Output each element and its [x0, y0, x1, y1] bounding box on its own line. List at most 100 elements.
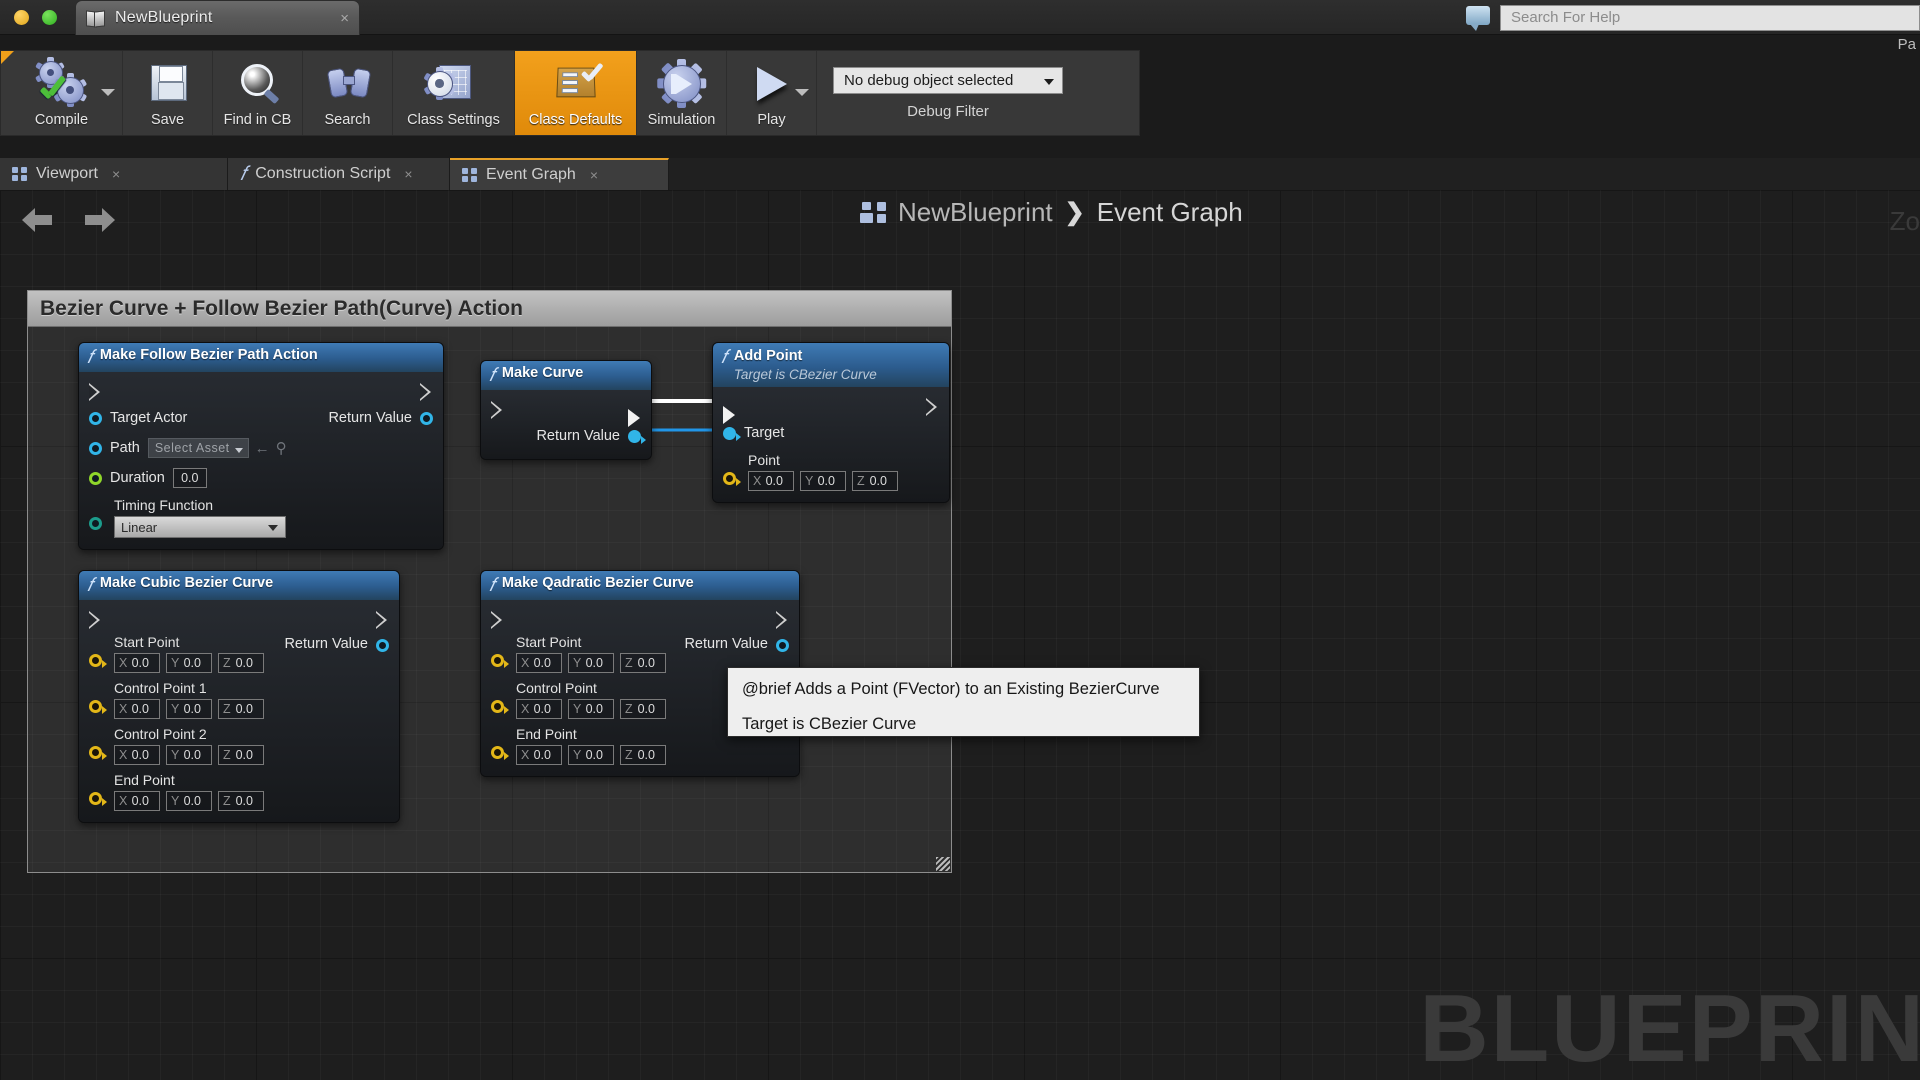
- vector-input-control-point[interactable]: X 0.0 Y 0.0 Z 0.0: [516, 699, 666, 719]
- input-pin-duration[interactable]: [89, 471, 102, 485]
- compile-dropdown-icon[interactable]: [101, 89, 115, 96]
- tab-viewport-close-icon[interactable]: ×: [112, 166, 120, 182]
- vector-z-field[interactable]: Z 0.0: [218, 791, 264, 811]
- navigate-forward-button[interactable]: [85, 208, 115, 232]
- use-selected-asset-icon[interactable]: ←: [255, 440, 270, 457]
- browse-asset-icon[interactable]: ⚲: [276, 439, 287, 457]
- vector-input-end-point[interactable]: X 0.0 Y 0.0 Z 0.0: [114, 791, 264, 811]
- tab-construction-script[interactable]: 𝑓 Construction Script ×: [228, 158, 450, 190]
- vector-y-field[interactable]: Y 0.0: [568, 745, 614, 765]
- tab-construction-script-close-icon[interactable]: ×: [404, 166, 412, 182]
- exec-input-pin[interactable]: [89, 610, 102, 629]
- node-add-point[interactable]: 𝑓 Add Point Target is CBezier Curve Targ…: [712, 342, 950, 503]
- document-tab-close-icon[interactable]: ×: [340, 11, 349, 26]
- vector-y-field[interactable]: Y 0.0: [568, 699, 614, 719]
- node-make-curve[interactable]: 𝑓 Make Curve Return Value: [480, 360, 652, 460]
- vector-z-field[interactable]: Z 0.0: [218, 699, 264, 719]
- vector-x-field[interactable]: X 0.0: [114, 745, 160, 765]
- input-pin-control-point[interactable]: [491, 700, 509, 714]
- vector-y-field[interactable]: Y 0.0: [568, 653, 614, 673]
- vector-y-field[interactable]: Y 0.0: [166, 791, 212, 811]
- vector-z-field[interactable]: Z 0.0: [852, 471, 898, 491]
- node-header[interactable]: 𝑓 Add Point Target is CBezier Curve: [713, 343, 949, 387]
- window-minimize-button[interactable]: [14, 10, 29, 25]
- asset-select-value[interactable]: Select Asset: [147, 438, 249, 458]
- window-maximize-button[interactable]: [42, 10, 57, 25]
- tab-viewport[interactable]: Viewport ×: [0, 158, 228, 190]
- output-pin-return-value[interactable]: [628, 429, 646, 444]
- vector-x-field[interactable]: X 0.0: [114, 791, 160, 811]
- asset-picker-path[interactable]: Select Asset ← ⚲: [147, 438, 287, 458]
- comment-box-resize-handle[interactable]: [936, 857, 950, 871]
- vector-y-field[interactable]: Y 0.0: [800, 471, 846, 491]
- node-header[interactable]: 𝑓 Make Cubic Bezier Curve: [79, 571, 399, 600]
- vector-z-field[interactable]: Z 0.0: [620, 699, 666, 719]
- vector-input-start-point[interactable]: X 0.0 Y 0.0 Z 0.0: [114, 653, 264, 673]
- vector-z-field[interactable]: Z 0.0: [620, 653, 666, 673]
- vector-y-field[interactable]: Y 0.0: [166, 699, 212, 719]
- node-header[interactable]: 𝑓 Make Curve: [481, 361, 651, 390]
- vector-input-start-point[interactable]: X 0.0 Y 0.0 Z 0.0: [516, 653, 666, 673]
- vector-x-field[interactable]: X 0.0: [748, 471, 794, 491]
- input-pin-path[interactable]: [89, 441, 102, 455]
- vector-x-field[interactable]: X 0.0: [516, 653, 562, 673]
- tab-event-graph[interactable]: Event Graph ×: [450, 158, 669, 190]
- output-pin-return-value[interactable]: [420, 411, 433, 425]
- node-make-follow-bezier-path-action[interactable]: 𝑓 Make Follow Bezier Path Action Target …: [78, 342, 444, 550]
- help-search-input[interactable]: Search For Help: [1500, 5, 1920, 31]
- vector-z-field[interactable]: Z 0.0: [620, 745, 666, 765]
- vector-z-field[interactable]: Z 0.0: [218, 745, 264, 765]
- input-pin-control-point-1[interactable]: [89, 700, 107, 714]
- exec-input-pin[interactable]: [491, 400, 504, 419]
- exec-input-pin[interactable]: [491, 610, 504, 629]
- breadcrumb-root[interactable]: NewBlueprint: [898, 197, 1053, 228]
- input-pin-target[interactable]: [723, 426, 741, 441]
- vector-y-field[interactable]: Y 0.0: [166, 653, 212, 673]
- toolbar-button-compile[interactable]: Compile: [1, 51, 123, 135]
- vector-x-field[interactable]: X 0.0: [114, 699, 160, 719]
- input-pin-point[interactable]: [723, 472, 741, 486]
- timing-function-select[interactable]: Linear: [114, 516, 286, 538]
- input-pin-control-point-2[interactable]: [89, 746, 107, 760]
- vector-z-field[interactable]: Z 0.0: [218, 653, 264, 673]
- input-pin-start-point[interactable]: [89, 654, 107, 668]
- vector-x-field[interactable]: X 0.0: [516, 699, 562, 719]
- help-chat-bubble-icon[interactable]: [1466, 6, 1490, 31]
- tab-event-graph-close-icon[interactable]: ×: [590, 167, 598, 183]
- vector-input-end-point[interactable]: X 0.0 Y 0.0 Z 0.0: [516, 745, 666, 765]
- play-dropdown-icon[interactable]: [795, 89, 809, 96]
- event-graph-canvas[interactable]: NewBlueprint ❯ Event Graph Zo BLUEPRIN B…: [0, 190, 1920, 1080]
- node-header[interactable]: 𝑓 Make Follow Bezier Path Action: [79, 343, 443, 372]
- input-pin-end-point[interactable]: [491, 746, 509, 760]
- exec-input-pin[interactable]: [723, 397, 736, 424]
- exec-output-pin[interactable]: [376, 610, 389, 629]
- exec-input-pin[interactable]: [89, 382, 102, 401]
- toolbar-button-search[interactable]: Search: [303, 51, 393, 135]
- node-header[interactable]: 𝑓 Make Qadratic Bezier Curve: [481, 571, 799, 600]
- exec-output-pin[interactable]: [420, 382, 433, 401]
- vector-x-field[interactable]: X 0.0: [114, 653, 160, 673]
- input-pin-end-point[interactable]: [89, 792, 107, 806]
- toolbar-button-find-in-cb[interactable]: Find in CB: [213, 51, 303, 135]
- node-make-cubic-bezier-curve[interactable]: 𝑓 Make Cubic Bezier Curve Start Point X0…: [78, 570, 400, 823]
- input-pin-target-actor[interactable]: [89, 411, 102, 425]
- vector-input-point[interactable]: X 0.0 Y 0.0 Z 0.0: [748, 471, 898, 491]
- toolbar-button-simulation[interactable]: Simulation: [637, 51, 727, 135]
- output-pin-return-value[interactable]: [376, 639, 389, 652]
- exec-output-pin[interactable]: [776, 610, 789, 629]
- exec-output-pin[interactable]: [926, 397, 939, 416]
- navigate-back-button[interactable]: [22, 208, 52, 232]
- input-pin-start-point[interactable]: [491, 654, 509, 668]
- document-tab-newblueprint[interactable]: NewBlueprint ×: [75, 0, 360, 35]
- vector-input-control-point-1[interactable]: X 0.0 Y 0.0 Z 0.0: [114, 699, 264, 719]
- comment-box-header[interactable]: Bezier Curve + Follow Bezier Path(Curve)…: [28, 291, 951, 327]
- toolbar-button-class-defaults[interactable]: Class Defaults: [515, 51, 637, 135]
- toolbar-button-save[interactable]: Save: [123, 51, 213, 135]
- exec-output-pin[interactable]: [628, 400, 641, 427]
- vector-y-field[interactable]: Y 0.0: [166, 745, 212, 765]
- vector-input-control-point-2[interactable]: X 0.0 Y 0.0 Z 0.0: [114, 745, 264, 765]
- toolbar-button-play[interactable]: Play: [727, 51, 817, 135]
- duration-input[interactable]: 0.0: [172, 468, 207, 488]
- input-pin-timing-function[interactable]: [89, 517, 102, 530]
- debug-object-select[interactable]: No debug object selected: [833, 66, 1063, 94]
